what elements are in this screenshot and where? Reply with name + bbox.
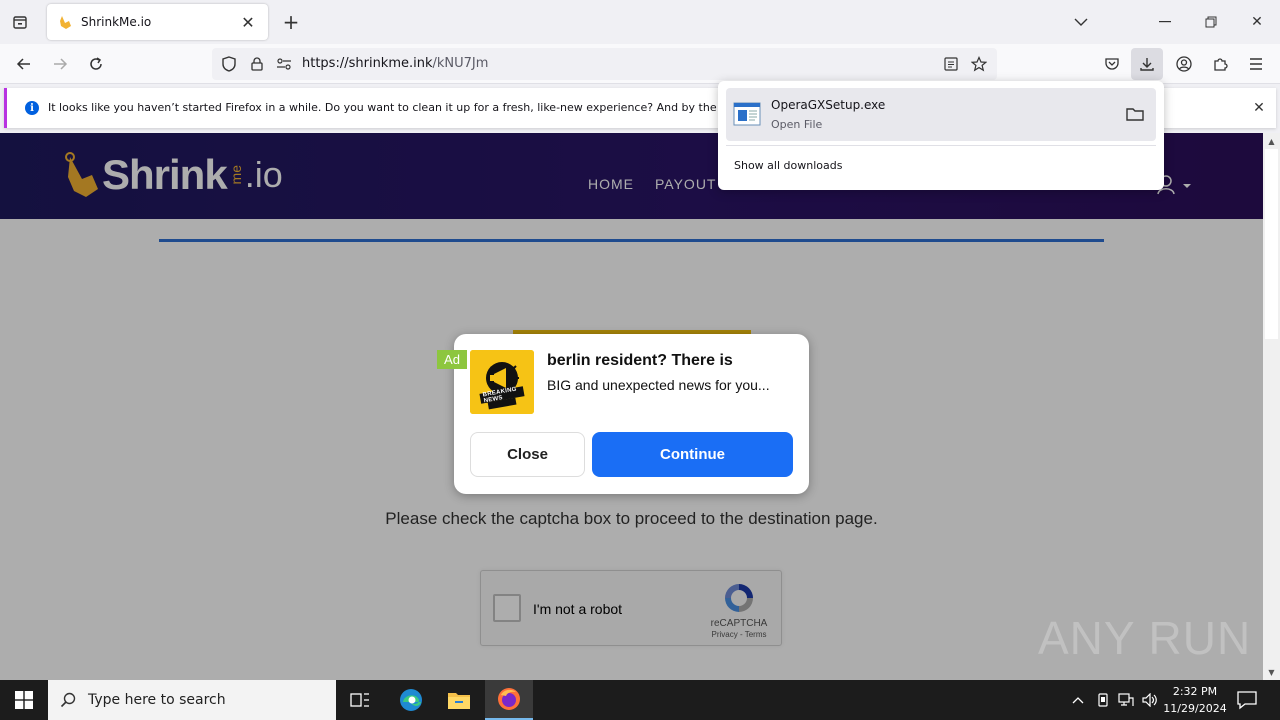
windows-taskbar: Type here to search 2:32 PM 11/29/2024 [0, 680, 1280, 720]
taskbar-clock[interactable]: 2:32 PM 11/29/2024 [1160, 683, 1230, 717]
back-arrow-icon[interactable] [12, 52, 36, 76]
megaphone-icon [470, 350, 534, 414]
download-status: Open File [771, 118, 823, 131]
tab-strip: ShrinkMe.io ✕ + ✕ [0, 0, 1280, 44]
permissions-icon[interactable] [276, 56, 292, 72]
show-all-downloads-link[interactable]: Show all downloads [734, 159, 842, 172]
exe-file-icon [733, 102, 761, 126]
downloads-panel: OperaGXSetup.exe Open File Show all down… [718, 81, 1164, 190]
taskbar-search-box[interactable]: Type here to search [48, 680, 336, 720]
search-placeholder: Type here to search [88, 692, 226, 708]
action-center-icon[interactable] [1236, 690, 1258, 710]
reload-icon[interactable] [84, 52, 108, 76]
tab-close-icon[interactable]: ✕ [238, 12, 258, 32]
clock-date: 11/29/2024 [1163, 702, 1227, 715]
new-tab-plus-icon[interactable]: + [279, 10, 303, 34]
clock-time: 2:32 PM [1172, 685, 1218, 698]
scroll-thumb[interactable] [1265, 149, 1278, 339]
pocket-icon[interactable] [1100, 52, 1124, 76]
ad-body: BIG and unexpected news for you... [547, 377, 770, 393]
search-icon [48, 692, 88, 708]
notification-text: It looks like you haven’t started Firefo… [48, 101, 759, 114]
restore-icon[interactable] [1188, 0, 1234, 44]
windows-start-icon[interactable] [0, 680, 48, 720]
tab-title: ShrinkMe.io [81, 15, 152, 29]
ad-popup: BREAKING NEWS berlin resident? There is … [454, 334, 809, 494]
hamburger-menu-icon[interactable] [1244, 52, 1268, 76]
network-icon[interactable] [1118, 692, 1134, 708]
volume-icon[interactable] [1142, 692, 1158, 708]
file-explorer-icon[interactable] [435, 680, 483, 720]
url-bar[interactable]: https://shrinkme.ink/kNU7Jm [212, 48, 997, 80]
edge-browser-icon[interactable] [387, 680, 435, 720]
minimize-icon[interactable] [1142, 0, 1188, 44]
extensions-puzzle-icon[interactable] [1208, 52, 1232, 76]
firefox-view-icon[interactable] [8, 10, 32, 34]
tray-overflow-chevron-icon[interactable] [1070, 692, 1086, 708]
watermark-text: ANY RUN [1038, 612, 1252, 664]
hand-favicon-icon [57, 14, 73, 30]
tab-shrinkme[interactable]: ShrinkMe.io ✕ [47, 4, 268, 40]
notification-close-icon[interactable]: ✕ [1249, 98, 1269, 118]
list-all-tabs-chevron-icon[interactable] [1058, 0, 1104, 44]
ad-continue-button[interactable]: Continue [592, 432, 793, 477]
show-in-folder-icon[interactable] [1126, 106, 1144, 122]
task-view-icon[interactable] [336, 680, 384, 720]
scroll-down-arrow-icon[interactable]: ▼ [1263, 664, 1280, 680]
breaking-news-image: BREAKING NEWS [470, 350, 534, 414]
info-icon: i [25, 101, 39, 115]
download-file-name: OperaGXSetup.exe [771, 98, 886, 112]
page-scrollbar[interactable]: ▲ ▼ [1263, 133, 1280, 680]
url-text: https://shrinkme.ink/kNU7Jm [302, 56, 489, 71]
forward-arrow-icon[interactable] [48, 52, 72, 76]
window-close-icon[interactable]: ✕ [1234, 0, 1280, 44]
shield-icon[interactable] [221, 56, 237, 72]
account-icon[interactable] [1172, 52, 1196, 76]
downloads-divider [726, 145, 1156, 146]
lock-icon[interactable] [249, 56, 265, 72]
ad-badge: Ad [437, 350, 467, 369]
ad-title: berlin resident? There is [547, 352, 733, 369]
nav-bar: https://shrinkme.ink/kNU7Jm [0, 44, 1280, 84]
scroll-up-arrow-icon[interactable]: ▲ [1263, 133, 1280, 149]
firefox-taskbar-icon[interactable] [485, 680, 533, 720]
ad-close-button[interactable]: Close [470, 432, 585, 477]
bookmark-star-icon[interactable] [971, 56, 987, 72]
anyrun-watermark: ANY RUN [1038, 606, 1251, 670]
tray-device-icon[interactable] [1095, 692, 1111, 708]
reader-view-icon[interactable] [943, 56, 959, 72]
download-item[interactable]: OperaGXSetup.exe Open File [726, 88, 1156, 141]
downloads-icon[interactable] [1131, 48, 1163, 80]
